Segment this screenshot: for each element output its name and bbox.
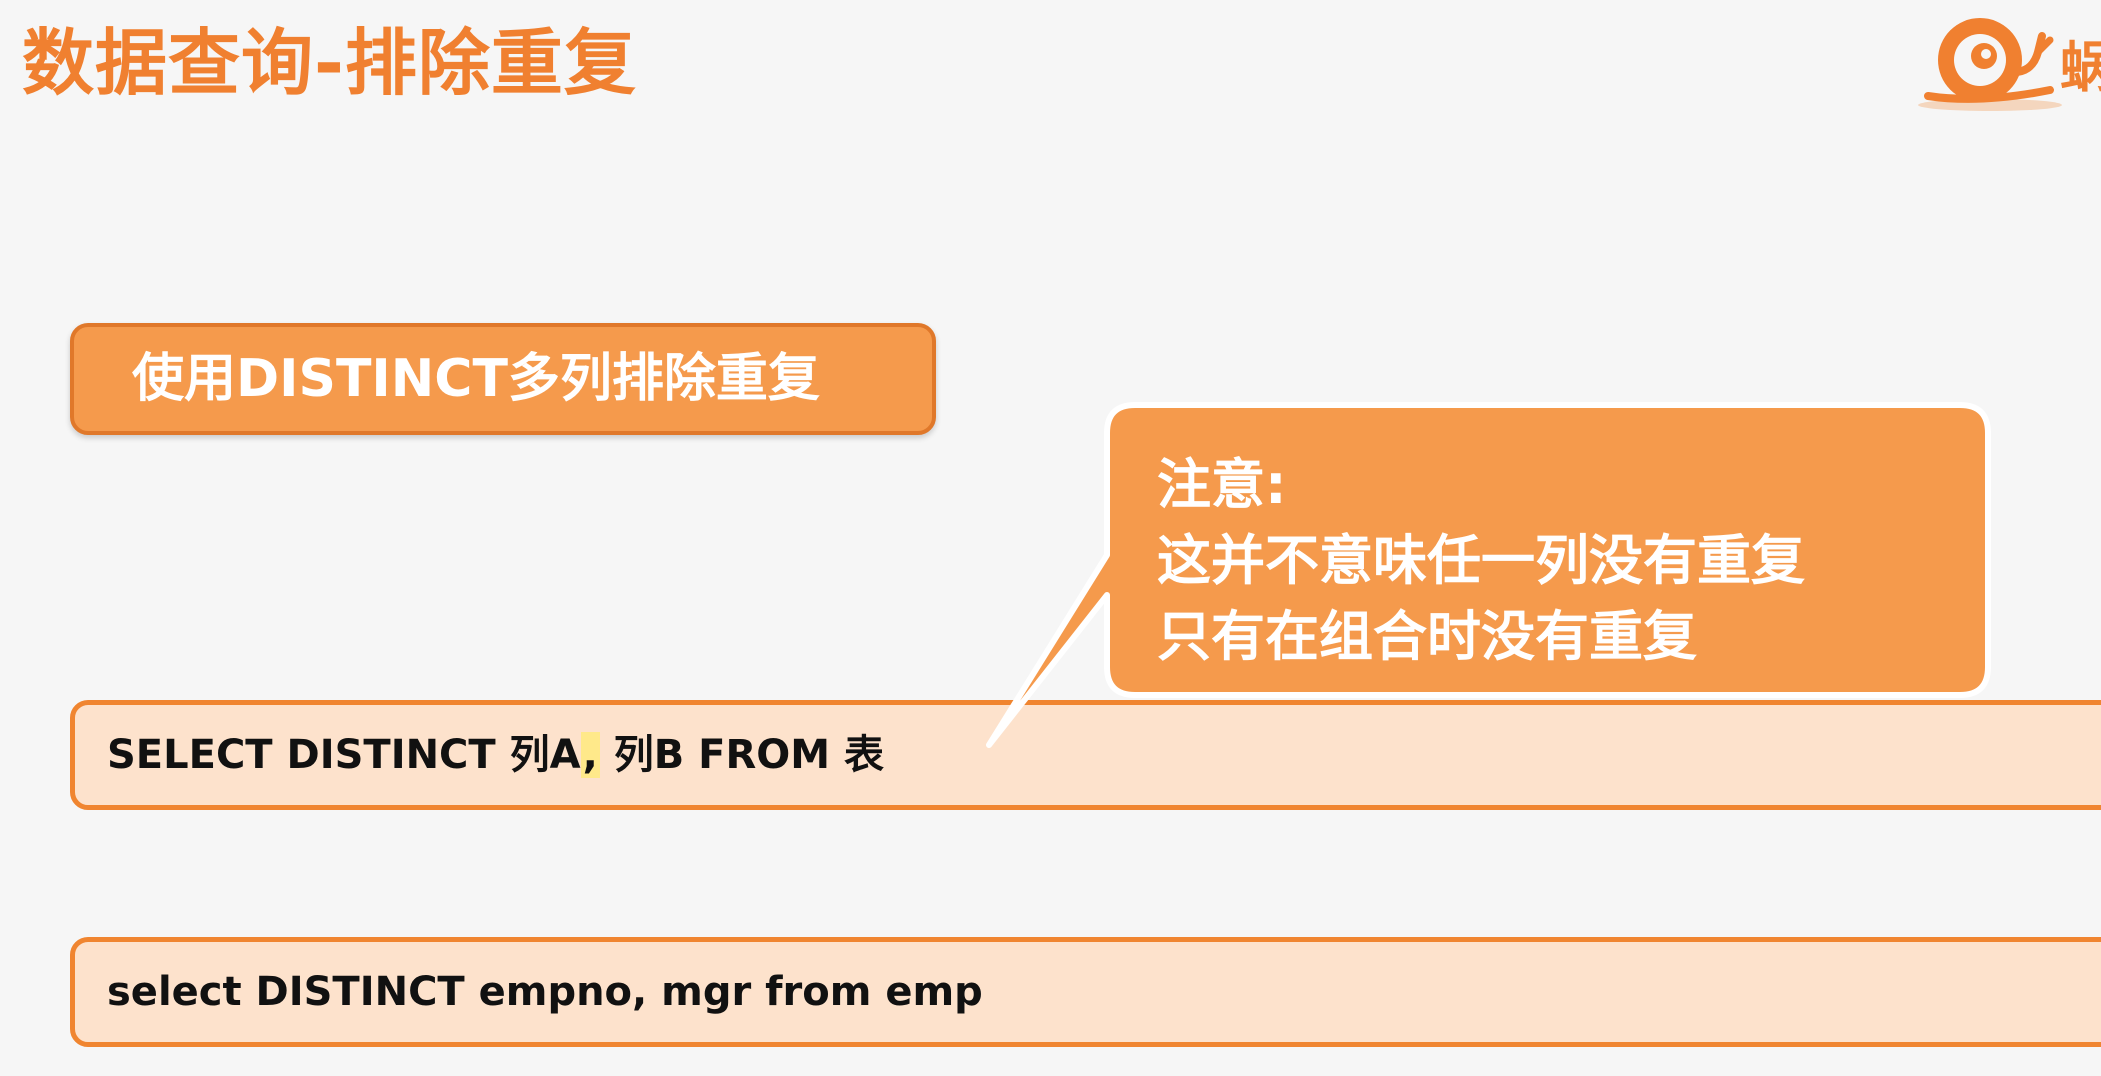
note-line-1: 这并不意味任一列没有重复 bbox=[1157, 529, 1805, 592]
note-text: 注意: 这并不意味任一列没有重复 只有在组合时没有重复 bbox=[1157, 447, 1805, 675]
heading-box: 使用DISTINCT多列排除重复 bbox=[70, 323, 936, 435]
syntax-suffix: 列B FROM 表 bbox=[599, 732, 884, 778]
example-code-text: select DISTINCT empno, mgr from emp bbox=[107, 969, 983, 1015]
note-callout: 注意: 这并不意味任一列没有重复 只有在组合时没有重复 bbox=[985, 395, 2000, 748]
heading-text: 使用DISTINCT多列排除重复 bbox=[132, 349, 820, 409]
text-cursor-highlight: , bbox=[580, 732, 600, 778]
note-line-2: 只有在组合时没有重复 bbox=[1157, 605, 1697, 668]
note-label: 注意: bbox=[1157, 453, 1287, 516]
syntax-prefix: SELECT DISTINCT 列A bbox=[107, 732, 581, 778]
slide: 数据查询-排除重复 蜗 使用DISTINCT多列排除重复 SELECT DIST… bbox=[0, 0, 2101, 1076]
snail-logo-icon: 蜗 bbox=[1910, 0, 2101, 120]
slide-title: 数据查询-排除重复 bbox=[22, 21, 637, 105]
logo-text: 蜗 bbox=[2060, 36, 2101, 99]
syntax-code-box: SELECT DISTINCT 列A, 列B FROM 表 bbox=[70, 700, 2101, 810]
example-code-box: select DISTINCT empno, mgr from emp bbox=[70, 937, 2101, 1047]
